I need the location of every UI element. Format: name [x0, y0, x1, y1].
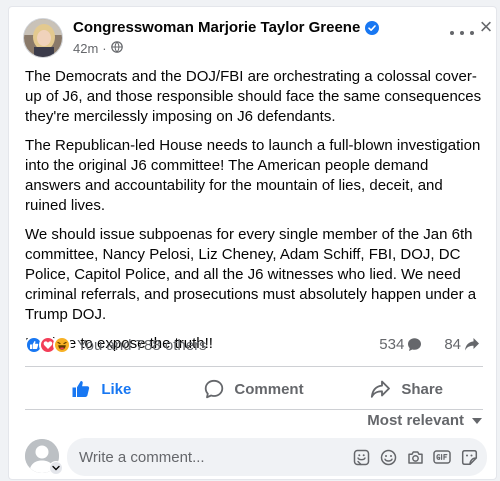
sort-label: Most relevant: [367, 412, 464, 429]
comment-button[interactable]: Comment: [178, 369, 331, 409]
post-paragraph: The Democrats and the DOJ/FBI are orches…: [25, 68, 482, 125]
like-button[interactable]: Like: [25, 369, 178, 409]
gif-icon[interactable]: [433, 448, 451, 466]
post-text: The Democrats and the DOJ/FBI are orches…: [25, 67, 487, 363]
camera-icon[interactable]: [406, 448, 424, 466]
speech-bubble-icon: [205, 379, 224, 399]
comment-label: Comment: [234, 380, 304, 398]
engagement-stats: 534 84: [357, 336, 480, 353]
divider: [25, 366, 483, 367]
comments-stat[interactable]: 534: [379, 336, 422, 353]
sticker-icon[interactable]: [460, 448, 478, 466]
share-arrow-icon: [371, 380, 391, 398]
chevron-down-icon: [472, 417, 482, 424]
share-button[interactable]: Share: [330, 369, 483, 409]
shares-count: 84: [444, 336, 461, 353]
thumbs-up-icon: [72, 380, 90, 397]
more-dots-icon[interactable]: [450, 25, 474, 41]
share-label: Share: [401, 380, 444, 398]
share-count-icon: [465, 338, 479, 351]
shares-stat[interactable]: 84: [444, 336, 480, 353]
author-avatar[interactable]: [23, 18, 63, 58]
comment-count-icon: [408, 338, 422, 351]
post-paragraph: The Republican-led House needs to launch…: [25, 137, 481, 214]
post-actions: Like Comment Share: [25, 369, 483, 409]
post-meta: 42m ·: [73, 41, 123, 56]
close-icon[interactable]: ×: [475, 16, 497, 39]
emoji-icon[interactable]: [379, 448, 397, 466]
comment-sort-dropdown[interactable]: Most relevant: [367, 412, 482, 429]
author-name[interactable]: Congresswoman Marjorie Taylor Greene: [73, 19, 360, 36]
comments-count: 534: [379, 336, 405, 353]
like-label: Like: [101, 380, 132, 398]
divider: [25, 409, 483, 410]
reactions-count[interactable]: You and 788 others: [77, 337, 207, 354]
meta-separator: ·: [102, 41, 107, 56]
post-card: Congresswoman Marjorie Taylor Greene 42m…: [8, 6, 497, 480]
haha-reaction-icon: [53, 336, 71, 354]
comment-composer: [67, 438, 487, 476]
globe-icon: [110, 41, 123, 56]
reactions-summary[interactable]: You and 788 others: [25, 334, 207, 356]
post-paragraph: We should issue subpoenas for every sing…: [25, 226, 477, 323]
post-timestamp[interactable]: 42m: [73, 41, 98, 56]
author-name-row[interactable]: Congresswoman Marjorie Taylor Greene: [73, 19, 380, 36]
account-switch-chevron-icon[interactable]: [49, 461, 63, 475]
avatar-sticker-icon[interactable]: [352, 448, 370, 466]
comment-input[interactable]: [79, 448, 352, 466]
verified-badge-icon: [365, 20, 380, 35]
